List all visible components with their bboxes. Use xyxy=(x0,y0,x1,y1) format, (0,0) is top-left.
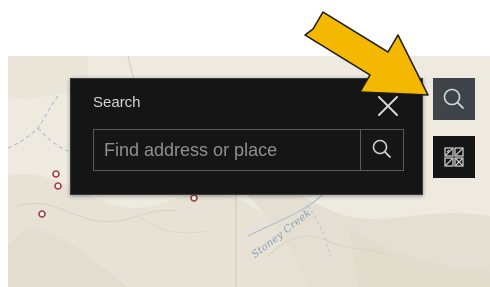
close-icon xyxy=(378,96,398,116)
basemap-gallery-icon xyxy=(444,147,464,167)
close-button[interactable] xyxy=(375,93,401,119)
map-point-marker xyxy=(52,170,60,178)
search-panel-title: Search xyxy=(93,94,141,111)
search-submit-button[interactable] xyxy=(360,130,403,170)
app-stage: Stoney Creek Search xyxy=(0,0,490,287)
map-point-marker xyxy=(190,194,198,202)
search-icon xyxy=(372,139,391,158)
basemap-gallery-button[interactable] xyxy=(433,136,475,178)
search-panel: Search xyxy=(70,78,423,195)
map-point-marker xyxy=(54,182,62,190)
search-icon xyxy=(443,88,464,109)
search-widget-button[interactable] xyxy=(433,78,475,120)
search-box xyxy=(93,129,404,171)
search-input[interactable] xyxy=(94,130,360,170)
map-point-marker xyxy=(38,210,46,218)
